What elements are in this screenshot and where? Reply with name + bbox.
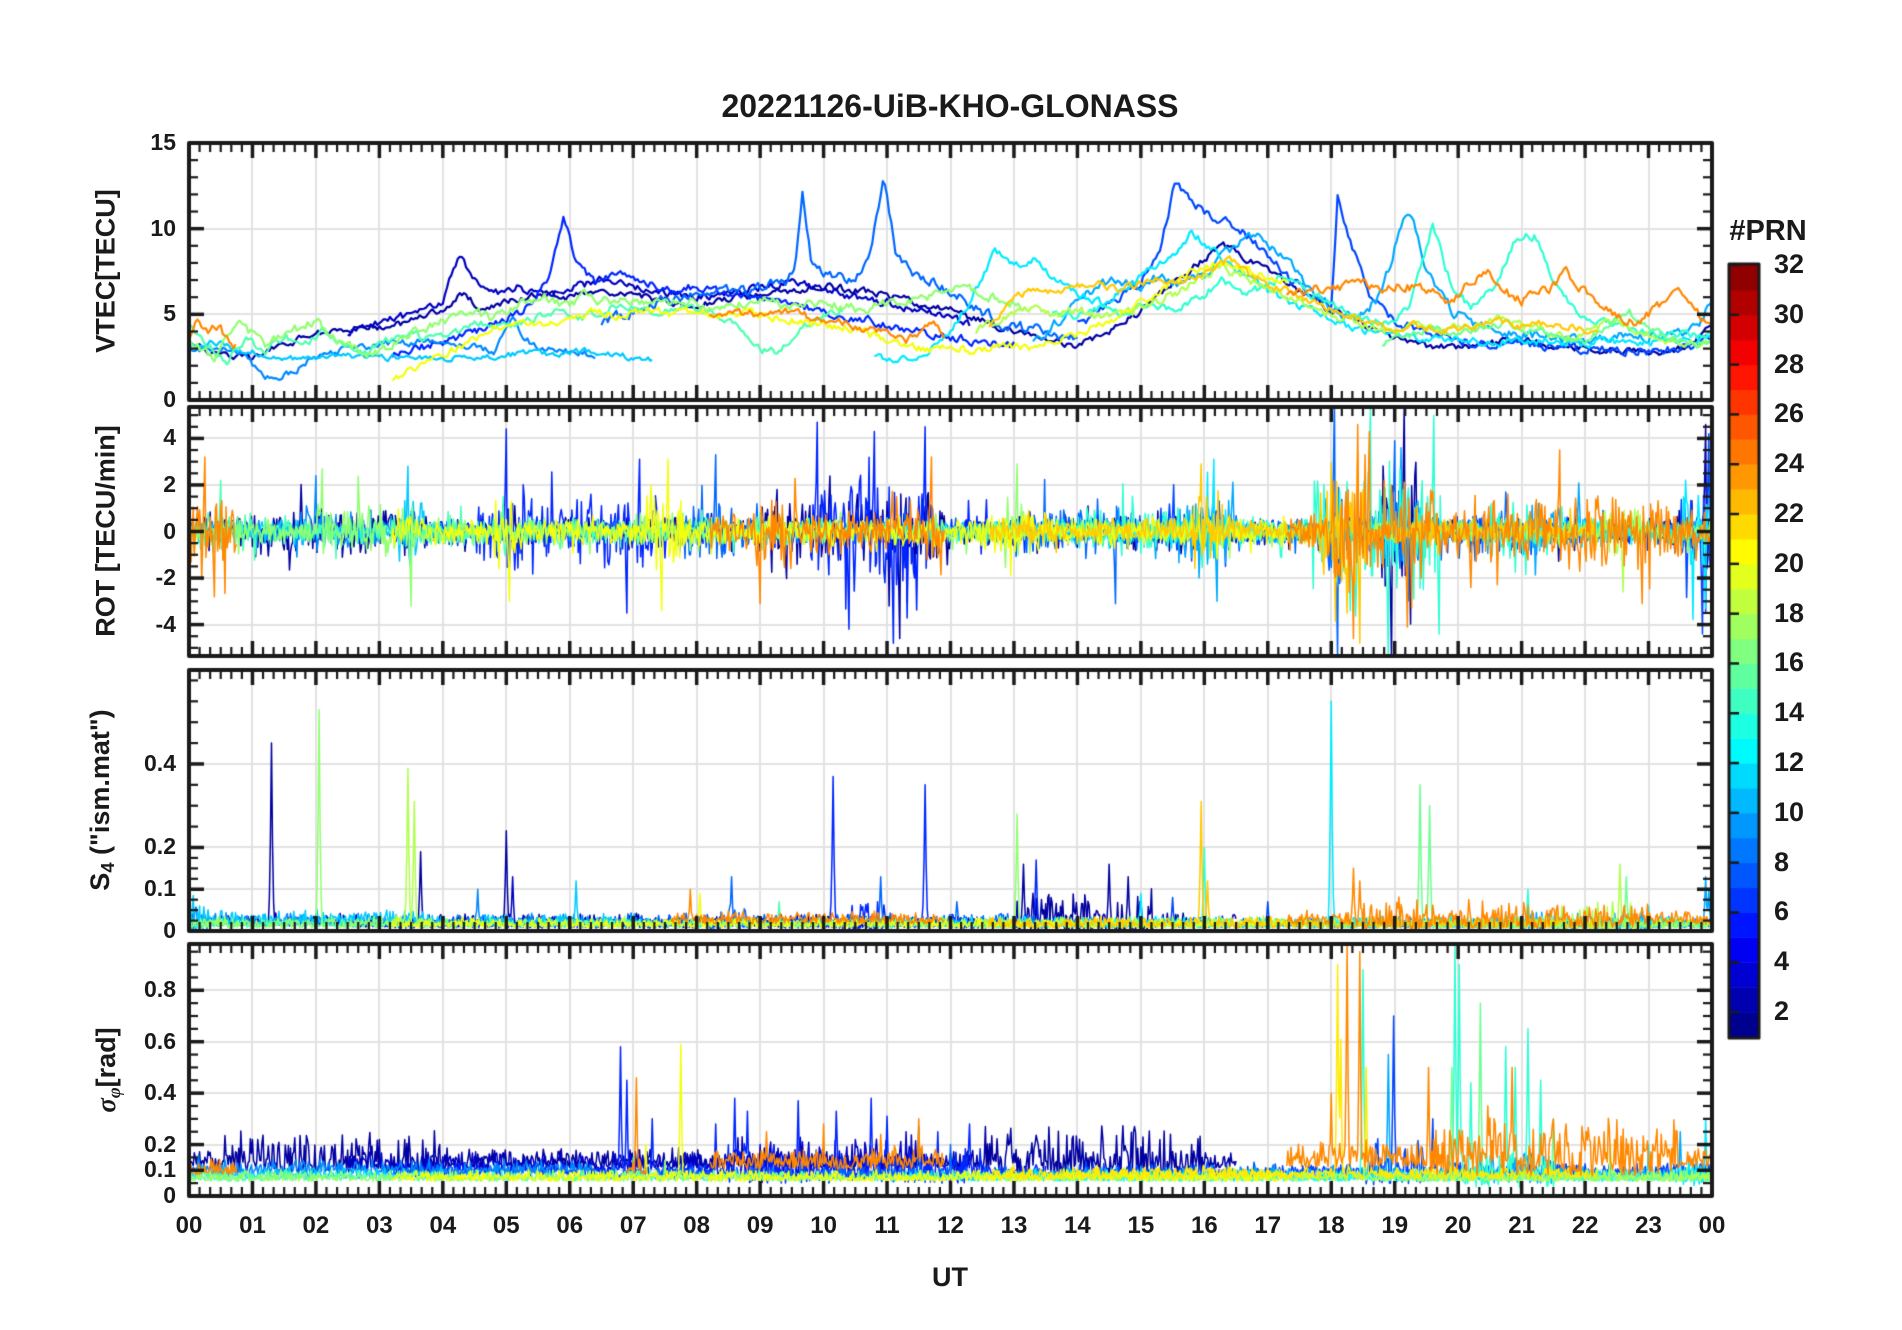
colorbar-tick-label: 22 xyxy=(1774,498,1805,529)
x-tick-label: 11 xyxy=(874,1212,900,1239)
y-tick-label: 0 xyxy=(163,917,176,943)
y-tick-label: 0.4 xyxy=(144,749,176,776)
x-tick-label: 19 xyxy=(1381,1212,1409,1239)
colorbar-tick-label: 8 xyxy=(1774,846,1790,877)
x-tick-label: 16 xyxy=(1190,1212,1218,1239)
colorbar-tick-label: 14 xyxy=(1774,697,1805,728)
chart-title: 20221126-UiB-KHO-GLONASS xyxy=(721,88,1179,124)
x-axis-title: UT xyxy=(932,1262,968,1292)
y-tick-label: 2 xyxy=(163,470,176,497)
x-tick-label: 21 xyxy=(1508,1212,1535,1239)
colorbar-title: #PRN xyxy=(1729,215,1807,247)
x-tick-label: 15 xyxy=(1127,1212,1155,1239)
colorbar-tick-label: 18 xyxy=(1774,597,1805,628)
chart-canvas xyxy=(0,0,1902,1330)
x-tick-label: 01 xyxy=(239,1212,266,1239)
colorbar-tick-label: 12 xyxy=(1774,747,1805,778)
y-tick-label: 0.1 xyxy=(144,875,176,902)
colorbar-tick-label: 28 xyxy=(1774,348,1805,379)
colorbar-tick-label: 16 xyxy=(1774,647,1805,678)
y-tick-label: 0.2 xyxy=(144,1130,176,1157)
x-tick-label: 20 xyxy=(1444,1212,1472,1239)
y-tick-label: 0.2 xyxy=(144,833,176,860)
y-tick-label: 10 xyxy=(150,214,176,241)
x-tick-label: 08 xyxy=(683,1212,711,1239)
x-tick-label: 03 xyxy=(366,1212,393,1239)
y-tick-label: 0.6 xyxy=(144,1027,176,1054)
colorbar-tick-label: 30 xyxy=(1774,298,1805,329)
x-tick-label: 00 xyxy=(1698,1212,1726,1239)
figure: 20221126-UiB-KHO-GLONASS VTEC[TECU] ROT … xyxy=(0,0,1902,1330)
x-tick-label: 23 xyxy=(1635,1212,1662,1239)
y-axis-label-s4: S4 ("ism.mat") xyxy=(85,709,119,890)
x-tick-label: 06 xyxy=(556,1212,584,1239)
x-tick-label: 05 xyxy=(492,1212,520,1239)
colorbar-tick-label: 20 xyxy=(1774,547,1805,578)
y-tick-label: 0 xyxy=(163,386,176,412)
y-axis-label-subscript: 4 xyxy=(96,862,118,873)
y-tick-label: 4 xyxy=(163,424,176,451)
x-tick-label: 14 xyxy=(1064,1212,1091,1239)
colorbar-tick-label: 4 xyxy=(1774,946,1790,977)
x-tick-label: 04 xyxy=(429,1212,457,1239)
y-tick-label: 0 xyxy=(163,517,176,544)
x-tick-label: 22 xyxy=(1571,1212,1599,1239)
colorbar-tick-label: 6 xyxy=(1774,896,1790,927)
x-tick-label: 10 xyxy=(810,1212,837,1239)
x-tick-label: 12 xyxy=(937,1212,964,1239)
x-tick-label: 09 xyxy=(746,1212,774,1239)
colorbar-tick-label: 24 xyxy=(1774,448,1805,479)
x-tick-label: 18 xyxy=(1317,1212,1345,1239)
x-tick-label: 17 xyxy=(1254,1212,1282,1239)
x-tick-label: 00 xyxy=(175,1212,203,1239)
x-tick-label: 02 xyxy=(302,1212,330,1239)
x-tick-label: 07 xyxy=(619,1212,647,1239)
y-tick-label: 15 xyxy=(150,129,176,155)
y-tick-label: 0.8 xyxy=(144,976,176,1003)
colorbar-tick-label: 2 xyxy=(1774,996,1790,1027)
y-tick-label: -2 xyxy=(155,564,176,591)
colorbar-tick-label: 26 xyxy=(1774,398,1805,429)
y-tick-label: 0 xyxy=(163,1182,176,1208)
y-tick-label: 0.4 xyxy=(144,1079,176,1106)
y-tick-label: 5 xyxy=(163,300,176,327)
y-tick-label: 0.1 xyxy=(144,1156,176,1183)
colorbar-tick-label: 10 xyxy=(1774,796,1805,827)
y-tick-label: -4 xyxy=(155,610,176,637)
x-tick-label: 13 xyxy=(1000,1212,1028,1239)
colorbar-tick-label: 32 xyxy=(1774,249,1805,279)
